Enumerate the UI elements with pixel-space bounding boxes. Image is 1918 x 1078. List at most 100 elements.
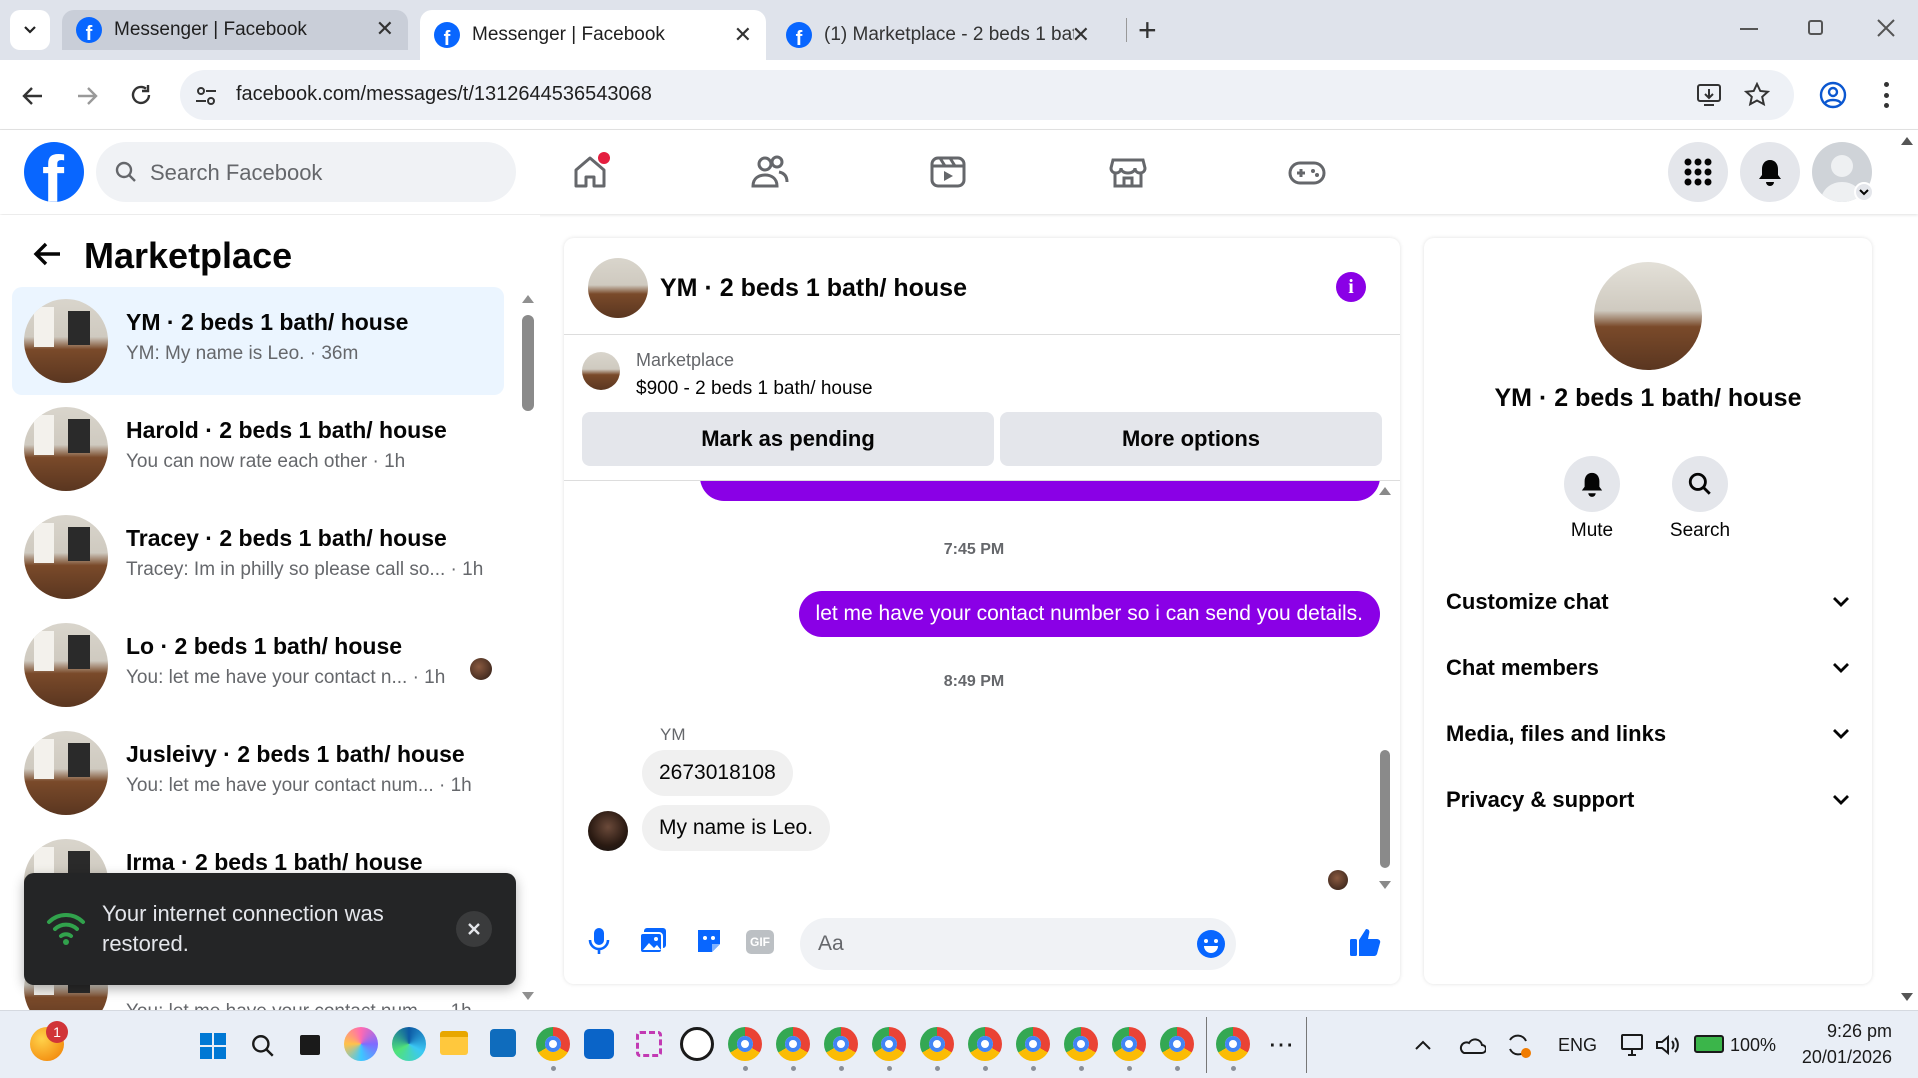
task-view-icon[interactable]: [300, 1035, 320, 1055]
clock-date[interactable]: 20/01/2026: [1780, 1047, 1892, 1068]
tab-search-button[interactable]: [10, 10, 50, 50]
close-tab-icon[interactable]: ✕: [376, 16, 394, 42]
sent-message-bubble[interactable]: [700, 481, 1380, 501]
toast-close-button[interactable]: [456, 911, 492, 947]
address-bar[interactable]: facebook.com/messages/t/1312644536543068: [180, 70, 1794, 120]
conversation-item[interactable]: Tracey · 2 beds 1 bath/ house Tracey: Im…: [12, 503, 504, 611]
clock-time[interactable]: 9:26 pm: [1800, 1021, 1892, 1042]
install-app-icon[interactable]: [1696, 83, 1722, 107]
chrome-window-icon[interactable]: [1112, 1027, 1146, 1071]
chrome-window-icon[interactable]: [920, 1027, 954, 1071]
page-scroll-down-icon[interactable]: [1900, 992, 1914, 1002]
gif-icon[interactable]: GIF: [746, 930, 774, 954]
restore-button[interactable]: [1808, 20, 1823, 35]
facebook-search-box[interactable]: Search Facebook: [96, 142, 516, 202]
chrome-window-icon[interactable]: [1160, 1027, 1194, 1071]
forward-arrow-icon[interactable]: [74, 83, 100, 109]
language-indicator[interactable]: ENG: [1558, 1035, 1597, 1056]
chevron-up-icon[interactable]: [1414, 1039, 1432, 1051]
close-tab-icon[interactable]: ✕: [1072, 22, 1090, 48]
whatsapp-icon[interactable]: [680, 1027, 714, 1061]
network-icon[interactable]: [1620, 1033, 1646, 1057]
chat-members-section[interactable]: Chat members: [1446, 643, 1850, 693]
sync-icon[interactable]: [1504, 1031, 1532, 1059]
chrome-window-icon[interactable]: [872, 1027, 906, 1071]
profile-icon[interactable]: [1818, 80, 1848, 110]
close-window-icon[interactable]: [1876, 18, 1896, 38]
thumbs-up-icon[interactable]: [1348, 926, 1382, 958]
scroll-down-arrow-icon[interactable]: [1378, 880, 1392, 890]
chrome-window-icon[interactable]: [1016, 1027, 1050, 1071]
chat-title[interactable]: YM · 2 beds 1 bath/ house: [660, 274, 967, 303]
site-info-icon[interactable]: [194, 84, 218, 108]
media-files-links-section[interactable]: Media, files and links: [1446, 709, 1850, 759]
scrollbar-thumb[interactable]: [522, 315, 534, 411]
mark-as-pending-button[interactable]: Mark as pending: [582, 412, 994, 466]
emoji-icon[interactable]: [1196, 929, 1226, 959]
received-message-bubble[interactable]: My name is Leo.: [642, 805, 831, 851]
reload-icon[interactable]: [128, 82, 154, 108]
outlook-icon[interactable]: [584, 1029, 614, 1059]
chat-avatar[interactable]: [588, 258, 648, 318]
account-dropdown-icon[interactable]: [1854, 182, 1874, 202]
edge-icon[interactable]: [392, 1027, 426, 1061]
sent-message-bubble[interactable]: let me have your contact number so i can…: [798, 591, 1380, 637]
page-scroll-up-icon[interactable]: [1900, 136, 1914, 146]
battery-icon[interactable]: [1694, 1035, 1724, 1053]
minimize-button[interactable]: [1740, 28, 1758, 30]
conversation-item[interactable]: YM · 2 beds 1 bath/ house YM: My name is…: [12, 287, 504, 395]
search-icon[interactable]: [250, 1033, 276, 1059]
close-tab-icon[interactable]: ✕: [734, 22, 752, 48]
search-in-chat-button[interactable]: [1672, 456, 1728, 512]
chrome-window-icon[interactable]: [824, 1027, 858, 1071]
conversation-item[interactable]: Lo · 2 beds 1 bath/ house You: let me ha…: [12, 611, 504, 719]
store-icon[interactable]: [490, 1029, 516, 1057]
customize-chat-section[interactable]: Customize chat: [1446, 577, 1850, 627]
watch-icon[interactable]: [928, 152, 968, 192]
browser-tab-3[interactable]: f (1) Marketplace - 2 beds 1 bath ✕: [772, 10, 1112, 60]
scroll-up-arrow-icon[interactable]: [520, 293, 536, 305]
mute-button[interactable]: [1564, 456, 1620, 512]
chrome-icon[interactable]: [536, 1027, 570, 1071]
chat-info-button[interactable]: i: [1336, 272, 1366, 302]
volume-icon[interactable]: [1654, 1033, 1680, 1057]
more-options-button[interactable]: More options: [1000, 412, 1382, 466]
back-arrow-icon[interactable]: [32, 241, 62, 267]
home-icon[interactable]: [570, 152, 610, 192]
onedrive-icon[interactable]: [1458, 1035, 1486, 1055]
scroll-up-arrow-icon[interactable]: [1378, 486, 1392, 496]
new-tab-button[interactable]: +: [1138, 12, 1157, 49]
browser-tab-1[interactable]: f Messenger | Facebook ✕: [62, 10, 408, 50]
friends-icon[interactable]: [749, 152, 789, 192]
conversation-item[interactable]: Harold · 2 beds 1 bath/ house You can no…: [12, 395, 504, 503]
image-icon[interactable]: [638, 926, 668, 956]
scroll-down-arrow-icon[interactable]: [520, 990, 536, 1002]
received-message-bubble[interactable]: 2673018108: [642, 750, 793, 796]
bookmark-star-icon[interactable]: [1744, 82, 1770, 108]
more-apps-icon[interactable]: ⋯: [1268, 1029, 1294, 1060]
scrollbar-thumb[interactable]: [1380, 750, 1390, 868]
listing-title[interactable]: $900 - 2 beds 1 bath/ house: [636, 378, 873, 400]
conversation-item[interactable]: Jusleivy · 2 beds 1 bath/ house You: let…: [12, 719, 504, 827]
browser-menu-icon[interactable]: [1884, 82, 1890, 108]
menu-grid-button[interactable]: [1668, 142, 1728, 202]
snipping-tool-icon[interactable]: [636, 1031, 662, 1057]
chrome-window-icon[interactable]: [1216, 1027, 1250, 1071]
back-arrow-icon[interactable]: [20, 83, 46, 109]
chrome-window-icon[interactable]: [728, 1027, 762, 1071]
sticker-icon[interactable]: [694, 926, 724, 956]
message-input[interactable]: Aa: [800, 918, 1236, 970]
chrome-window-icon[interactable]: [1064, 1027, 1098, 1071]
privacy-support-section[interactable]: Privacy & support: [1446, 775, 1850, 825]
facebook-logo-icon[interactable]: f: [24, 142, 84, 202]
marketplace-icon[interactable]: [1108, 152, 1148, 192]
windows-start-icon[interactable]: [200, 1033, 226, 1059]
notifications-button[interactable]: [1740, 142, 1800, 202]
chrome-window-icon[interactable]: [968, 1027, 1002, 1071]
file-explorer-icon[interactable]: [440, 1031, 468, 1055]
gaming-icon[interactable]: [1287, 152, 1327, 192]
microphone-icon[interactable]: [586, 926, 612, 956]
chrome-window-icon[interactable]: [776, 1027, 810, 1071]
copilot-icon[interactable]: [344, 1027, 378, 1061]
browser-tab-2-active[interactable]: f Messenger | Facebook ✕: [420, 10, 766, 60]
